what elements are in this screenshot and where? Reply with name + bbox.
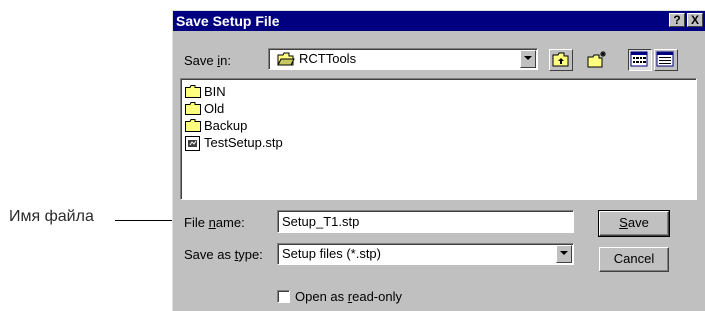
save-dialog: Save Setup File ? X Save in: RCTTools BI… bbox=[172, 10, 705, 311]
create-new-folder-button[interactable] bbox=[585, 49, 609, 71]
list-item-name: BIN bbox=[204, 84, 226, 99]
save-in-value: RCTTools bbox=[299, 51, 357, 66]
save-as-type-dropdown-arrow[interactable] bbox=[556, 245, 572, 263]
close-button[interactable]: X bbox=[687, 13, 703, 27]
up-folder-icon bbox=[552, 52, 569, 67]
save-as-type-combobox[interactable]: Setup files (*.stp) bbox=[277, 243, 574, 265]
file-name-input[interactable] bbox=[277, 210, 574, 233]
help-button[interactable]: ? bbox=[669, 13, 685, 27]
new-folder-icon bbox=[587, 51, 606, 68]
save-in-combobox[interactable]: RCTTools bbox=[268, 48, 538, 70]
save-as-type-label: Save as type: bbox=[184, 247, 263, 262]
annotation-pointer-line bbox=[115, 220, 179, 221]
save-in-dropdown-arrow[interactable] bbox=[520, 50, 536, 68]
cancel-button[interactable]: Cancel bbox=[599, 247, 669, 272]
list-view-button[interactable] bbox=[628, 49, 652, 71]
save-in-label: Save in: bbox=[184, 53, 231, 68]
title-bar[interactable]: Save Setup File ? X bbox=[173, 11, 705, 31]
file-list[interactable]: BIN Old Backup TestSetup.stp bbox=[180, 78, 697, 200]
folder-icon bbox=[185, 102, 201, 115]
read-only-checkbox[interactable] bbox=[277, 290, 290, 303]
document-icon bbox=[185, 136, 200, 151]
read-only-label[interactable]: Open as read-only bbox=[295, 289, 402, 304]
save-as-type-value: Setup files (*.stp) bbox=[282, 246, 381, 261]
list-item-name: Old bbox=[204, 101, 225, 116]
folder-icon bbox=[185, 85, 201, 98]
details-view-icon bbox=[656, 51, 674, 67]
up-one-level-button[interactable] bbox=[549, 49, 573, 71]
list-view-icon bbox=[630, 51, 648, 67]
list-item-name: TestSetup.stp bbox=[204, 135, 283, 150]
folder-icon bbox=[185, 119, 201, 132]
dialog-title: Save Setup File bbox=[176, 13, 280, 29]
annotation-label: Имя файла bbox=[9, 208, 94, 225]
file-name-label: File name: bbox=[184, 215, 245, 230]
list-item-name: Backup bbox=[204, 118, 248, 133]
open-folder-icon bbox=[277, 52, 295, 66]
save-button[interactable]: Save bbox=[598, 210, 670, 237]
details-view-button[interactable] bbox=[654, 49, 678, 71]
stage: Имя файла Save Setup File ? X Save in: R… bbox=[0, 0, 705, 311]
